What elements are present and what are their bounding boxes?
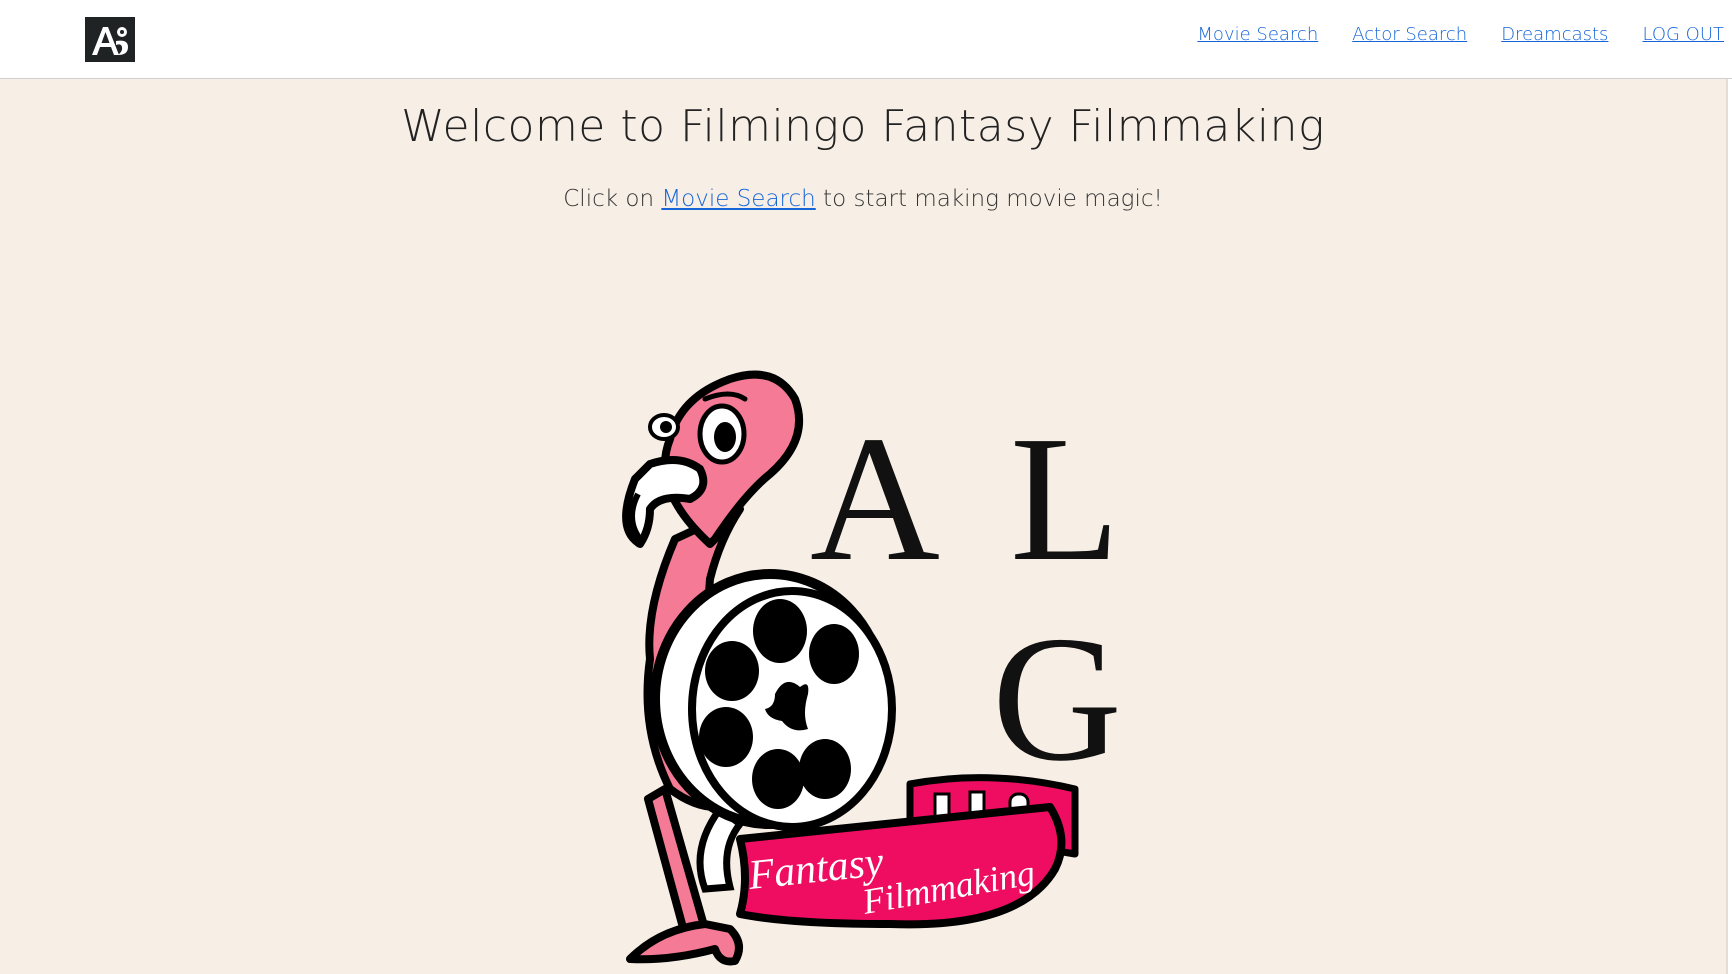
main-nav: Movie Search Actor Search Dreamcasts LOG… [1197,24,1724,45]
alg-logo-icon [92,26,128,55]
nav-actor-search[interactable]: Actor Search [1352,24,1467,45]
intro-text: Click on Movie Search to start making mo… [0,186,1726,212]
nav-movie-search[interactable]: Movie Search [1197,24,1318,45]
filmingo-logo-illustration: A L G Fantasy Filmmaking [622,370,1122,966]
intro-prefix: Click on [563,186,662,212]
logo-letter-g: G [992,599,1122,798]
film-reel-icon [650,569,896,831]
flamingo-head [622,370,804,548]
top-navbar: Movie Search Actor Search Dreamcasts LOG… [0,0,1732,79]
nav-dreamcasts[interactable]: Dreamcasts [1501,24,1608,45]
main-content: Welcome to Filmingo Fantasy Filmmaking C… [0,79,1728,974]
nav-log-out[interactable]: LOG OUT [1642,24,1724,45]
logo-letter-a: A [810,399,940,598]
logo-letter-l: L [1010,399,1120,598]
brand-logo[interactable] [85,17,135,62]
intro-suffix: to start making movie magic! [815,186,1163,212]
page-title: Welcome to Filmingo Fantasy Filmmaking [401,101,1325,152]
intro-movie-search-link[interactable]: Movie Search [661,186,815,212]
